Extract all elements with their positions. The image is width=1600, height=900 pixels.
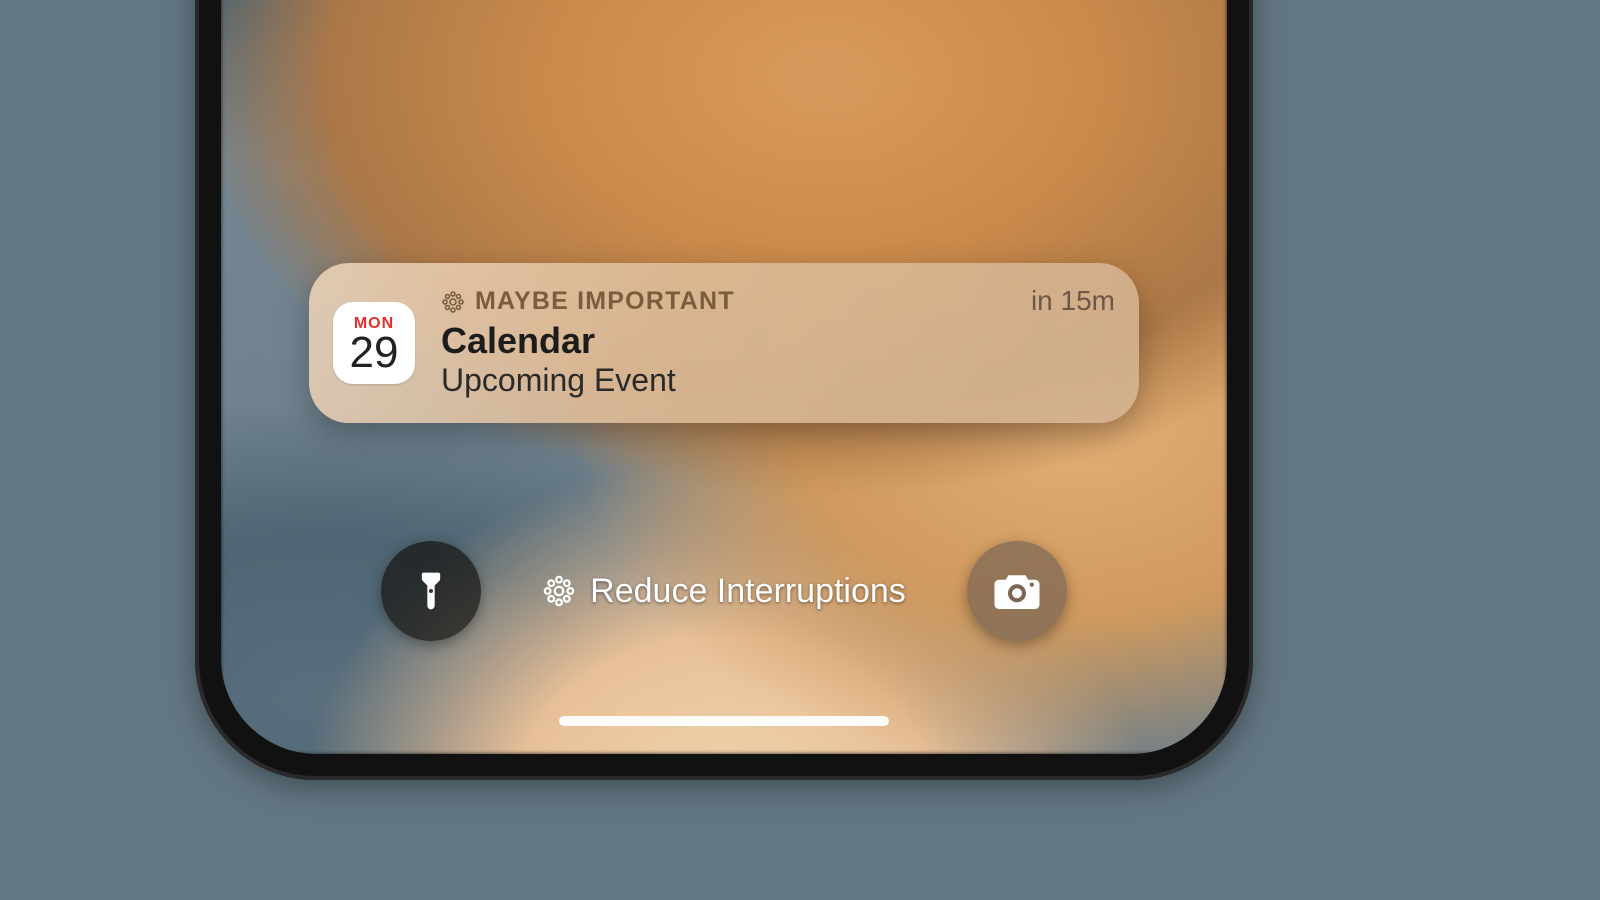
notification-tag-label: MAYBE IMPORTANT <box>475 287 735 316</box>
home-indicator[interactable] <box>559 716 889 726</box>
lock-screen: MON 29 <box>221 0 1227 754</box>
focus-sparkle-icon <box>542 574 576 608</box>
flashlight-button[interactable] <box>381 541 481 641</box>
focus-mode-pill[interactable]: Reduce Interruptions <box>542 572 906 611</box>
calendar-icon-date: 29 <box>350 331 399 375</box>
notification-card[interactable]: MON 29 <box>309 263 1139 423</box>
camera-button[interactable] <box>967 541 1067 641</box>
action-row: Reduce Interruptions <box>221 536 1227 646</box>
calendar-app-icon: MON 29 <box>333 302 415 384</box>
notification-app-name: Calendar <box>441 320 1019 362</box>
stage: MON 29 <box>0 0 1600 900</box>
phone-frame: MON 29 <box>195 0 1253 780</box>
flashlight-icon <box>409 569 453 613</box>
focus-mode-label: Reduce Interruptions <box>590 572 906 611</box>
camera-icon <box>990 564 1044 618</box>
sparkle-icon <box>441 290 465 314</box>
notification-time: in 15m <box>1031 285 1115 317</box>
notification-tag-row: MAYBE IMPORTANT <box>441 287 1019 316</box>
notification-subtitle: Upcoming Event <box>441 362 1019 399</box>
notification-body: MAYBE IMPORTANT Calendar Upcoming Event <box>441 287 1019 399</box>
